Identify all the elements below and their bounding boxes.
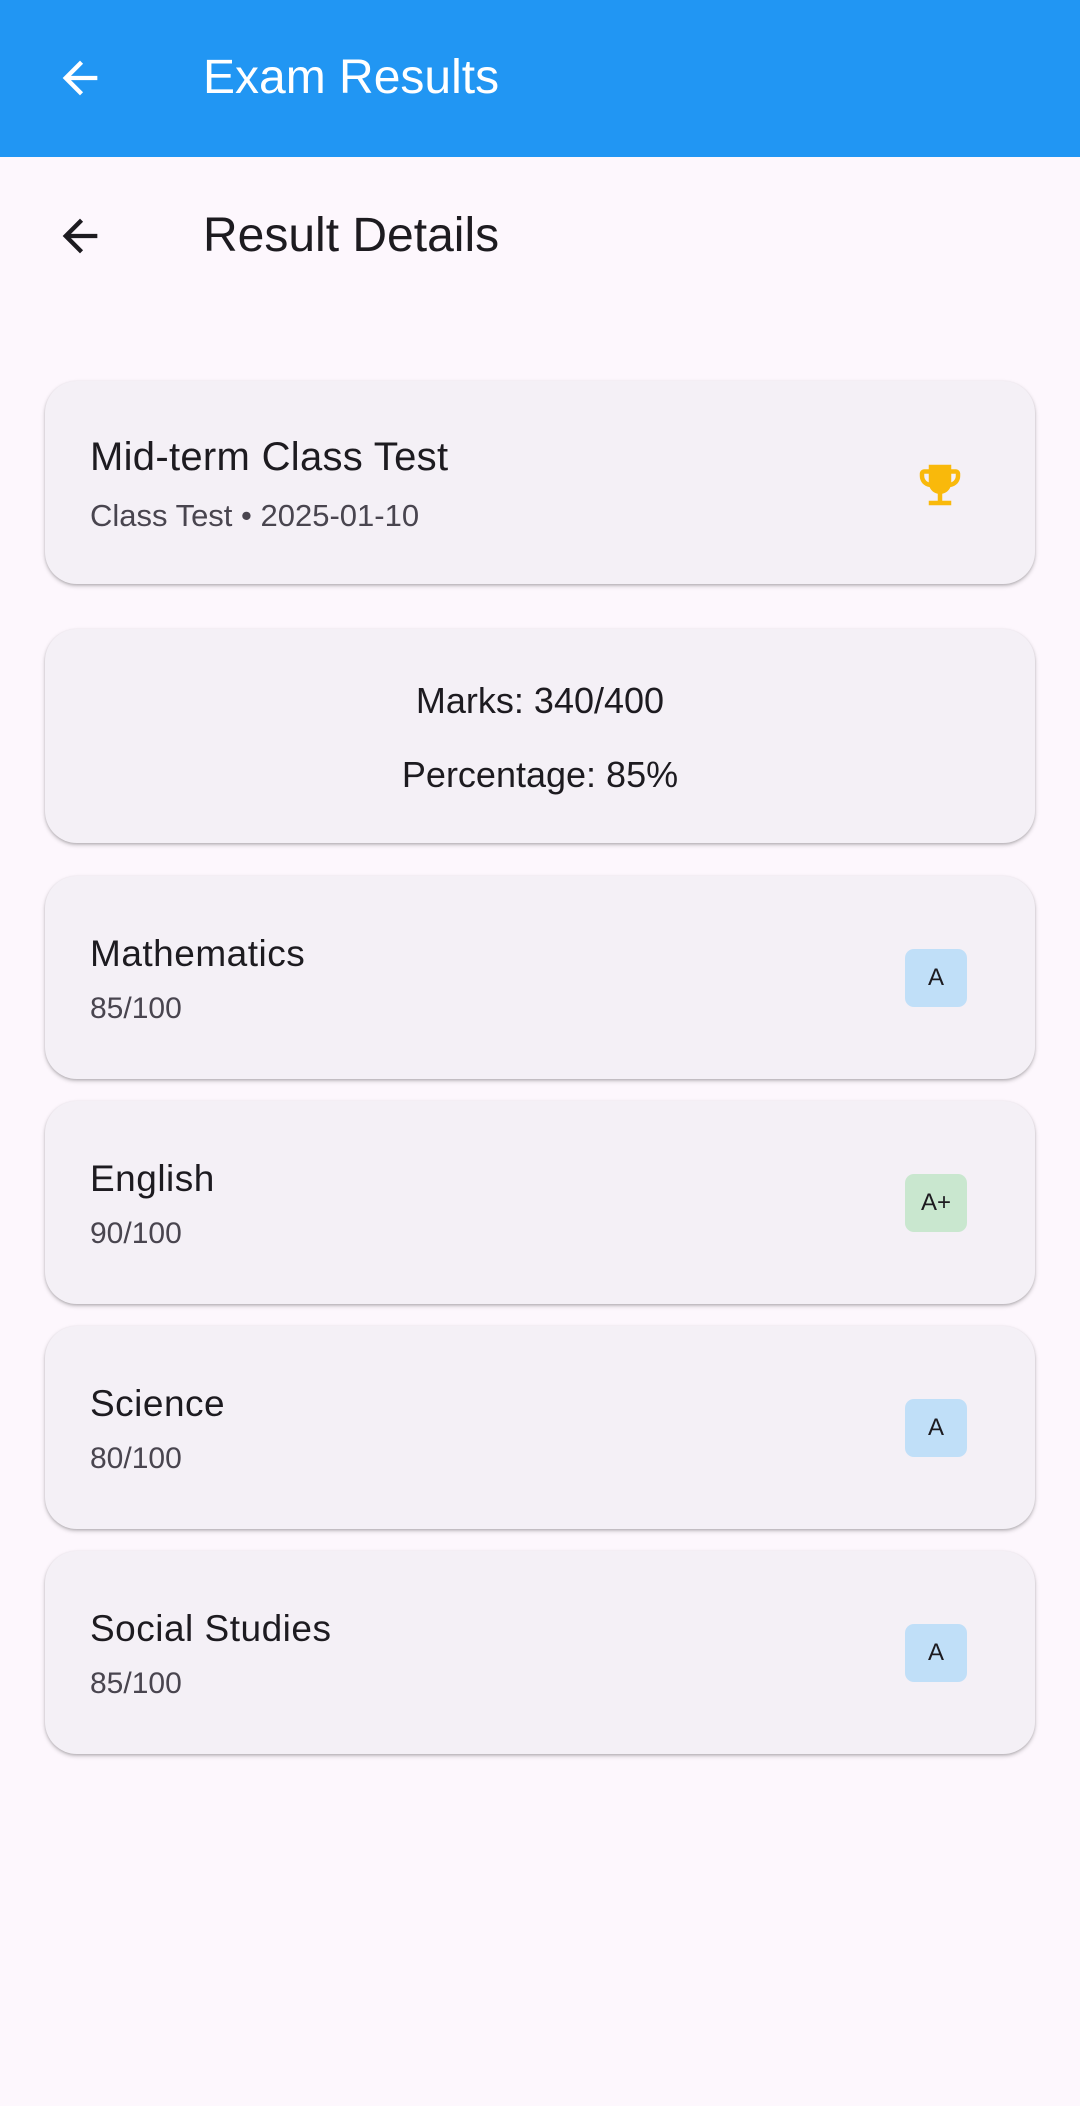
subject-name: Social Studies <box>90 1608 332 1649</box>
app-bar-title: Exam Results <box>203 51 500 104</box>
subject-card-mathematics: Mathematics 85/100 A <box>45 876 1035 1079</box>
page-back-button[interactable] <box>48 204 112 268</box>
subject-card-social-studies: Social Studies 85/100 A <box>45 1551 1035 1754</box>
exam-meta: Class Test • 2025-01-10 <box>90 498 420 533</box>
subject-score: 90/100 <box>90 1217 182 1250</box>
arrow-back-icon <box>62 60 98 96</box>
grade-badge: A+ <box>905 1174 967 1232</box>
trophy-icon <box>919 464 961 506</box>
subject-name: Science <box>90 1383 226 1424</box>
exam-card: Mid-term Class Test Class Test • 2025-01… <box>45 381 1035 584</box>
subject-card-english: English 90/100 A+ <box>45 1101 1035 1304</box>
grade-badge: A <box>905 1399 967 1457</box>
app-bar: Exam Results <box>0 0 1080 157</box>
grade-badge: A <box>905 949 967 1007</box>
total-marks: Marks: 340/400 <box>415 680 665 721</box>
subject-card-science: Science 80/100 A <box>45 1326 1035 1529</box>
back-button[interactable] <box>48 46 112 110</box>
subject-name: Mathematics <box>90 933 306 974</box>
subject-name: English <box>90 1158 215 1199</box>
percentage: Percentage: 85% <box>401 754 679 795</box>
subject-score: 85/100 <box>90 1667 182 1700</box>
subject-score: 80/100 <box>90 1442 182 1475</box>
arrow-back-icon <box>62 218 98 254</box>
exam-name: Mid-term Class Test <box>90 435 449 479</box>
page-title: Result Details <box>203 209 500 262</box>
subject-score: 85/100 <box>90 992 182 1025</box>
summary-card: Marks: 340/400 Percentage: 85% <box>45 629 1035 843</box>
grade-badge: A <box>905 1624 967 1682</box>
